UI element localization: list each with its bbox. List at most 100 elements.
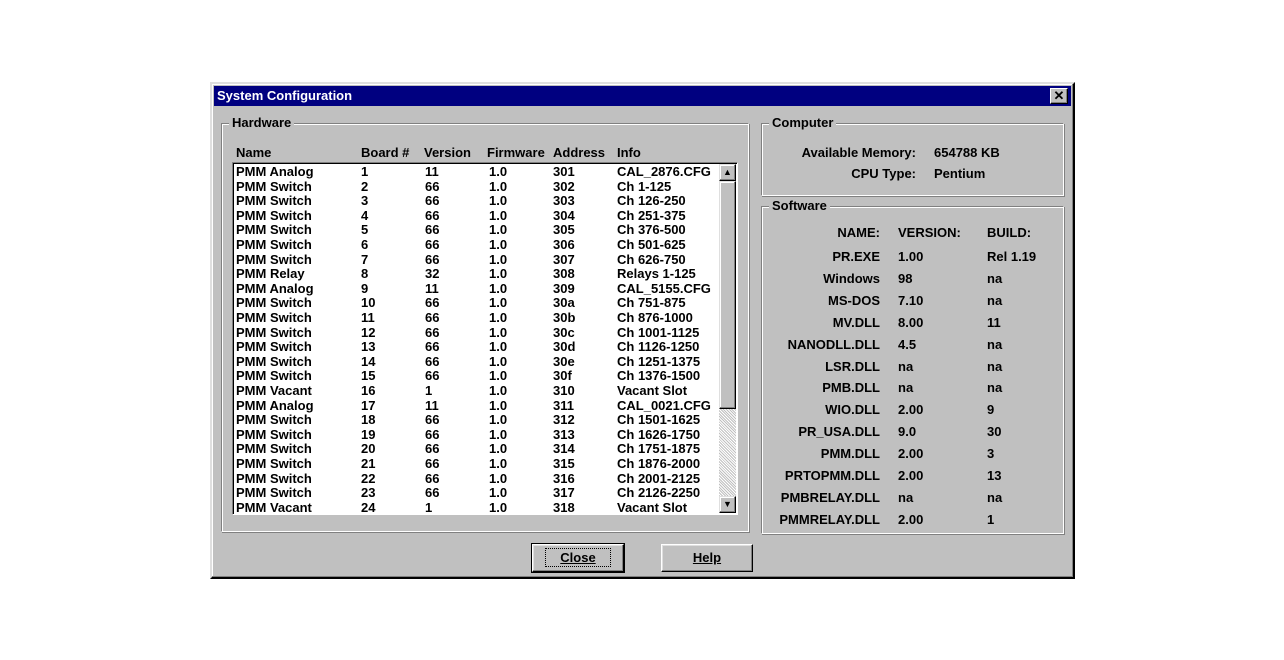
hardware-cell-info: Vacant Slot [617, 499, 688, 515]
scroll-down-icon[interactable]: ▼ [719, 496, 736, 513]
hardware-cell-name: PMM Analog [236, 397, 314, 413]
column-header-version: Version [424, 145, 471, 160]
hardware-cell-version: 66 [425, 353, 440, 369]
hardware-cell-version: 11 [425, 280, 439, 296]
scroll-thumb[interactable] [719, 181, 736, 409]
hardware-cell-firmware: 1.0 [489, 383, 508, 398]
hardware-cell-name: PMM Vacant [236, 383, 312, 398]
hardware-cell-name: PMM Switch [236, 368, 312, 384]
hardware-row[interactable]: PMM Switch 5 66 1.0 305 Ch 376-500 [233, 222, 717, 237]
hardware-row[interactable]: PMM Switch 20 66 1.0 314 Ch 1751-1875 [233, 441, 717, 456]
hardware-row[interactable]: PMM Switch 15 66 1.0 30f Ch 1376-1500 [233, 368, 717, 383]
hardware-row[interactable]: PMM Switch 22 66 1.0 316 Ch 2001-2125 [233, 471, 717, 486]
hardware-cell-firmware: 1.0 [489, 237, 508, 252]
hardware-row[interactable]: PMM Analog 9 11 1.0 309 CAL_5155.CFG [233, 281, 717, 296]
hardware-cell-board: 20 [361, 441, 376, 457]
hardware-row[interactable]: PMM Switch 21 66 1.0 315 Ch 1876-2000 [233, 456, 717, 471]
hardware-cell-info: Ch 1751-1875 [617, 441, 701, 457]
software-version: na [898, 358, 914, 374]
scroll-up-icon[interactable]: ▲ [719, 164, 736, 181]
hardware-cell-info: Ch 501-625 [617, 237, 686, 252]
software-name: WIO.DLL [825, 402, 880, 418]
system-configuration-dialog: System Configuration ✕ Hardware Name Boa… [210, 82, 1075, 579]
hardware-row[interactable]: PMM Switch 23 66 1.0 317 Ch 2126-2250 [233, 485, 717, 500]
software-version: 2.00 [898, 468, 924, 483]
hardware-cell-name: PMM Switch [236, 339, 312, 355]
software-build: 13 [987, 468, 1002, 483]
hardware-row[interactable]: PMM Switch 3 66 1.0 303 Ch 126-250 [233, 193, 717, 208]
hardware-cell-version: 66 [425, 251, 440, 267]
software-build: na [987, 380, 1003, 396]
hardware-cell-name: PMM Switch [236, 178, 312, 194]
software-header-build: BUILD: [987, 225, 1032, 240]
hardware-cell-version: 66 [425, 426, 440, 442]
hardware-row[interactable]: PMM Analog 1 11 1.0 301 CAL_2876.CFG [233, 164, 717, 179]
hardware-cell-address: 314 [553, 441, 575, 457]
help-button[interactable]: Help [661, 544, 753, 572]
hardware-row[interactable]: PMM Switch 4 66 1.0 304 Ch 251-375 [233, 208, 717, 223]
hardware-row[interactable]: PMM Switch 10 66 1.0 30a Ch 751-875 [233, 295, 717, 310]
column-header-address: Address [553, 145, 606, 160]
hardware-cell-name: PMM Switch [236, 426, 312, 442]
window-title: System Configuration [217, 88, 353, 103]
hardware-row[interactable]: PMM Switch 12 66 1.0 30c Ch 1001-1125 [233, 325, 717, 340]
hardware-row[interactable]: PMM Vacant 24 1 1.0 318 Vacant Slot [233, 499, 717, 515]
hardware-cell-info: Ch 2126-2250 [617, 485, 701, 501]
hardware-cell-version: 66 [425, 324, 440, 340]
software-name: PMMRELAY.DLL [779, 511, 880, 527]
hardware-cell-version: 66 [425, 441, 440, 457]
hardware-cell-board: 23 [361, 485, 376, 501]
hardware-cell-address: 313 [553, 426, 575, 442]
hardware-cell-name: PMM Switch [236, 251, 312, 267]
close-window-icon[interactable]: ✕ [1050, 88, 1068, 104]
hardware-row[interactable]: PMM Switch 13 66 1.0 30d Ch 1126-1250 [233, 339, 717, 354]
hardware-cell-info: CAL_0021.CFG [617, 397, 711, 413]
hardware-cell-name: PMM Switch [236, 456, 312, 471]
hardware-cell-address: 304 [553, 207, 575, 223]
software-build: na [987, 358, 1003, 374]
hardware-cell-address: 30c [553, 324, 575, 340]
computer-group: Computer Available Memory: 654788 KB CPU… [761, 115, 1064, 196]
hardware-row[interactable]: PMM Switch 6 66 1.0 306 Ch 501-625 [233, 237, 717, 252]
hardware-row[interactable]: PMM Switch 11 66 1.0 30b Ch 876-1000 [233, 310, 717, 325]
hardware-cell-firmware: 1.0 [489, 164, 508, 179]
software-name: PR.EXE [832, 249, 880, 264]
software-version: 9.0 [898, 424, 917, 440]
hardware-list[interactable]: PMM Analog 1 11 1.0 301 CAL_2876.CFG PMM Switc… [232, 162, 738, 515]
close-button[interactable]: Close [531, 543, 625, 573]
hardware-row[interactable]: PMM Switch 7 66 1.0 307 Ch 626-750 [233, 252, 717, 267]
help-button-label: Help [692, 550, 722, 565]
software-header-name: NAME: [837, 225, 880, 240]
hardware-cell-info: Ch 376-500 [617, 222, 686, 238]
hardware-row[interactable]: PMM Switch 19 66 1.0 313 Ch 1626-1750 [233, 427, 717, 442]
software-version: 2.00 [898, 402, 924, 418]
hardware-cell-version: 66 [425, 295, 440, 311]
title-bar[interactable]: System Configuration ✕ [214, 86, 1071, 106]
hardware-cell-address: 30e [553, 353, 575, 369]
hardware-cell-address: 318 [553, 499, 575, 515]
hardware-cell-board: 11 [361, 310, 375, 325]
hardware-row[interactable]: PMM Vacant 16 1 1.0 310 Vacant Slot [233, 383, 717, 398]
hardware-cell-name: PMM Switch [236, 193, 312, 209]
hardware-row[interactable]: PMM Analog 17 11 1.0 311 CAL_0021.CFG [233, 398, 717, 413]
hardware-cell-board: 22 [361, 470, 376, 486]
software-name: MV.DLL [832, 314, 880, 330]
hardware-cell-board: 14 [361, 353, 376, 369]
hardware-cell-address: 307 [553, 251, 575, 267]
hardware-row[interactable]: PMM Switch 14 66 1.0 30e Ch 1251-1375 [233, 354, 717, 369]
software-name: NANODLL.DLL [787, 336, 880, 352]
hardware-row[interactable]: PMM Relay 8 32 1.0 308 Relays 1-125 [233, 266, 717, 281]
hardware-cell-name: PMM Switch [236, 222, 312, 238]
hardware-cell-version: 66 [425, 456, 440, 471]
available-memory-value: 654788 KB [934, 145, 1000, 160]
hardware-cell-version: 11 [425, 164, 439, 179]
hardware-cell-name: PMM Switch [236, 295, 312, 311]
hardware-cell-info: CAL_2876.CFG [617, 164, 711, 179]
hardware-row[interactable]: PMM Switch 18 66 1.0 312 Ch 1501-1625 [233, 412, 717, 427]
hardware-list-scrollbar[interactable]: ▲ ▼ [719, 164, 736, 513]
hardware-cell-version: 66 [425, 193, 440, 209]
hardware-cell-version: 32 [425, 266, 440, 282]
hardware-row[interactable]: PMM Switch 2 66 1.0 302 Ch 1-125 [233, 179, 717, 194]
column-header-board: Board # [361, 145, 410, 160]
hardware-cell-board: 12 [361, 324, 376, 340]
